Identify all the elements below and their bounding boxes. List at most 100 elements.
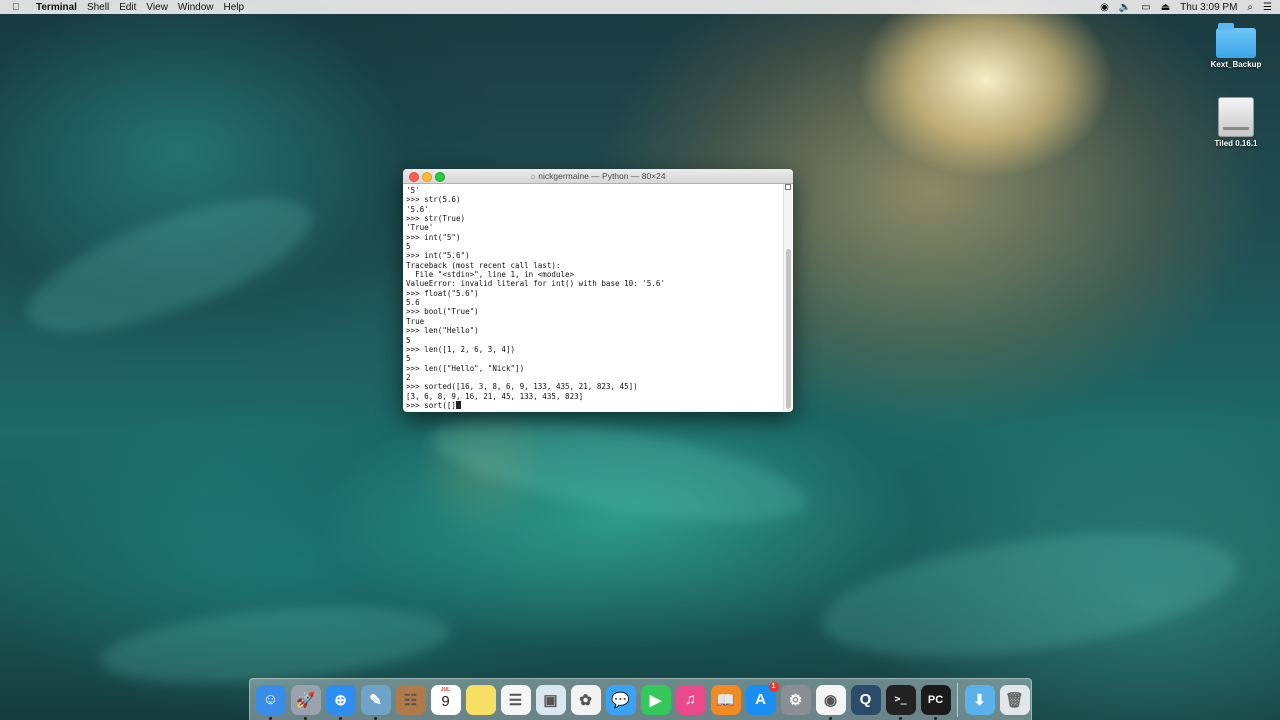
terminal-line: >>> len("Hello") [406, 326, 479, 336]
running-indicator [338, 716, 342, 720]
terminal-line: 5 [406, 335, 411, 345]
terminal-prompt-line[interactable]: >>> sort([] [406, 400, 790, 410]
terminal-line: ValueError: invalid literal for int() wi… [406, 279, 665, 289]
dock-trash[interactable]: 🗑 [999, 684, 1030, 715]
running-indicator [828, 716, 832, 720]
dock-app-store[interactable]: A1 [745, 681, 779, 715]
scrollbar-thumb[interactable] [786, 249, 791, 409]
finder-icon: ☺ [262, 691, 279, 708]
folder-icon: ⬇ [973, 691, 986, 709]
safari-icon: ⊕ [334, 691, 347, 709]
desktop-icon-label: Kext_Backup [1210, 60, 1262, 69]
dock-system-preferences[interactable]: ⚙ [780, 684, 811, 715]
terminal-line: >>> str(True) [406, 214, 466, 224]
terminal-line: >>> bool("True") [406, 307, 479, 317]
dock-itunes[interactable]: ♫ [675, 684, 706, 715]
disk-image-icon [1218, 97, 1254, 137]
terminal-line: >>> int("5.6") [406, 251, 470, 261]
window-title: ⌂ nickgermaine — Python — 80×24 [403, 169, 793, 183]
running-indicator [933, 716, 937, 720]
dock-messages[interactable]: 💬 [605, 684, 636, 715]
system-preferences-icon: ⚙ [788, 691, 803, 709]
running-indicator [303, 716, 307, 720]
scroll-marker [785, 184, 791, 190]
terminal-line: '5.6' [406, 204, 429, 214]
running-indicator [373, 716, 377, 720]
desktop-icon-tiled[interactable]: Tiled 0.16.1 [1201, 97, 1271, 148]
running-indicator [898, 716, 902, 720]
desktop-icon-kext-backup[interactable]: Kext_Backup [1201, 23, 1271, 69]
terminal-line: >>> sorted([16, 3, 8, 6, 9, 133, 435, 21… [406, 382, 638, 392]
terminal-line: >>> len(["Hello", "Nick"]) [406, 363, 525, 373]
volume-icon[interactable]: 🔈 [1119, 2, 1131, 13]
launchpad-icon: 🚀 [296, 691, 315, 709]
menu-clock[interactable]: Thu 3:09 PM [1180, 2, 1237, 13]
notification-center-icon[interactable]: ☰ [1263, 2, 1272, 13]
dock-safari[interactable]: ⊕ [325, 684, 356, 720]
terminal-line: [3, 6, 8, 9, 16, 21, 45, 133, 435, 823] [406, 391, 584, 401]
folder-icon [1216, 23, 1256, 58]
screen-record-icon[interactable]: ◉ [1100, 2, 1109, 13]
dock-calendar[interactable]: JUL 9 [430, 684, 461, 715]
terminal-line: >>> len([1, 2, 6, 3, 4]) [406, 344, 516, 354]
terminal-line: >>> str(5.6) [406, 195, 461, 205]
home-folder-icon: ⌂ [530, 172, 536, 181]
dock-ibooks[interactable]: 📖 [710, 684, 741, 715]
dock-quicktime[interactable]: Q [850, 684, 881, 715]
terminal-line: True [406, 316, 425, 326]
menu-bar:  Terminal Shell Edit View Window Help ◉… [0, 0, 1280, 14]
notification-badge: 1 [768, 681, 779, 692]
display-mirror-icon[interactable]: ▭ [1141, 2, 1150, 13]
terminal-line: 2 [406, 372, 411, 382]
terminal-prompt-text: >>> sort([] [406, 400, 456, 410]
text-cursor [455, 400, 461, 409]
window-titlebar[interactable]: ⌂ nickgermaine — Python — 80×24 [403, 169, 793, 184]
photos-icon: ✿ [579, 691, 592, 709]
spotlight-search-icon[interactable]: ⌕ [1247, 2, 1253, 13]
dock-downloads-folder[interactable]: ⬇ [964, 684, 995, 715]
terminal-line: 5 [406, 242, 411, 252]
terminal-line: >>> float("5.6") [406, 288, 479, 298]
menu-shell[interactable]: Shell [87, 2, 109, 13]
menu-edit[interactable]: Edit [119, 2, 136, 13]
window-title-text: nickgermaine — Python — 80×24 [538, 171, 666, 181]
dock-contacts[interactable]: ☷ [395, 684, 426, 715]
dock-pycharm[interactable]: PC [920, 684, 951, 720]
contacts-icon: ☷ [403, 691, 418, 709]
terminal-window[interactable]: ⌂ nickgermaine — Python — 80×24 '5' >>> st… [403, 169, 793, 412]
desktop-icon-label: Tiled 0.16.1 [1214, 139, 1258, 148]
dock-reminders[interactable]: ☰ [500, 684, 531, 715]
dock-separator [957, 682, 958, 717]
terminal-line: 'True' [406, 223, 434, 233]
menu-app-name[interactable]: Terminal [36, 2, 77, 13]
dock-preview[interactable]: ✎ [360, 684, 391, 720]
terminal-line: File "<stdin>", line 1, in <module> [406, 270, 575, 280]
calendar-day: 9 [441, 692, 450, 710]
dock-facetime[interactable]: ▶ [640, 684, 671, 715]
menu-view[interactable]: View [146, 2, 168, 13]
dock-photo-booth[interactable]: ▣ [535, 684, 566, 715]
pycharm-logo-text: PC [927, 693, 944, 706]
terminal-line: '5' [406, 186, 420, 195]
trash-icon: 🗑 [1004, 691, 1025, 709]
quicktime-icon: Q [859, 691, 872, 708]
terminal-line: 5.6 [406, 298, 420, 308]
apple-menu-icon[interactable]:  [12, 2, 26, 13]
dock-terminal[interactable]: >_ [885, 684, 916, 720]
terminal-line: Traceback (most recent call last): [406, 260, 561, 270]
terminal-output[interactable]: '5' >>> str(5.6) '5.6' >>> str(True) 'True' >… [403, 184, 793, 412]
dock-finder[interactable]: ☺ [255, 684, 286, 720]
itunes-icon: ♫ [684, 691, 697, 708]
preview-icon: ✎ [369, 691, 382, 709]
menu-help[interactable]: Help [224, 2, 245, 13]
dock-chrome[interactable]: ◉ [815, 684, 846, 720]
dock-notes[interactable] [465, 684, 496, 715]
app-store-icon: A [755, 691, 766, 708]
dock-launchpad[interactable]: 🚀 [290, 684, 321, 720]
photo-booth-icon: ▣ [543, 691, 558, 709]
terminal-line: 5 [406, 354, 411, 364]
eject-icon[interactable]: ⏏ [1161, 2, 1170, 13]
menu-window[interactable]: Window [178, 2, 214, 13]
terminal-line: >>> int("5") [406, 232, 461, 242]
dock-photos[interactable]: ✿ [570, 684, 601, 715]
